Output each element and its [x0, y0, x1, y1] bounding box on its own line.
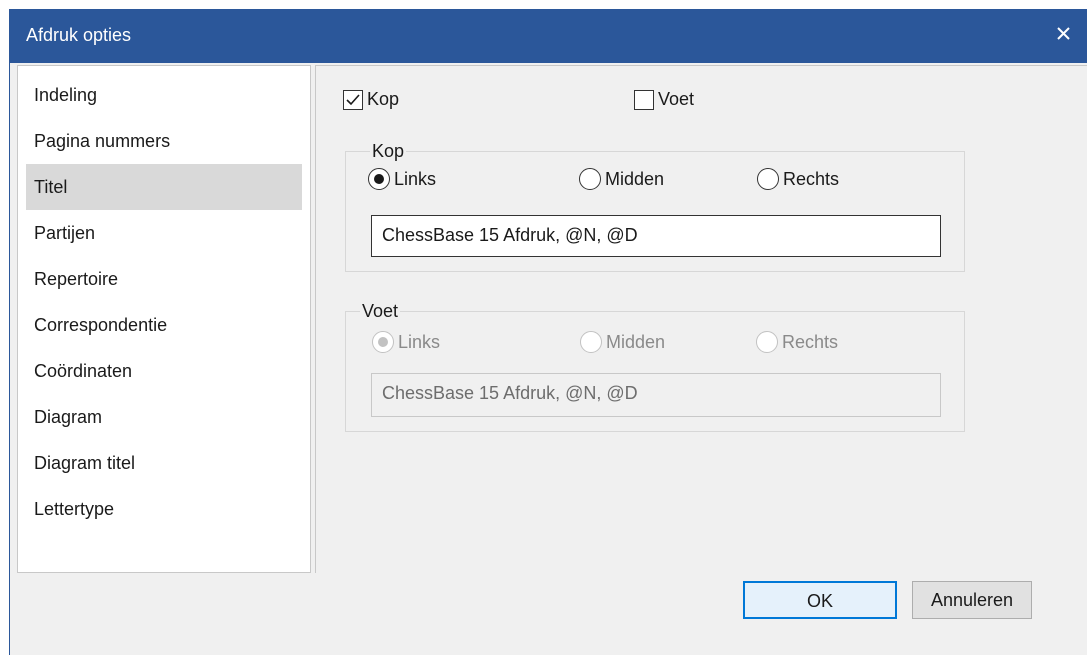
- window-title: Afdruk opties: [26, 25, 132, 45]
- header-radio-center[interactable]: Midden: [579, 168, 664, 190]
- category-list: Indeling Pagina nummers Titel Partijen R…: [17, 65, 311, 573]
- sidebar-item-label: Indeling: [34, 85, 98, 105]
- header-group: Kop Links Midden Rechts ChessBase 15 Afd…: [345, 141, 965, 272]
- footer-radio-center[interactable]: Midden: [580, 331, 665, 353]
- options-panel: Kop Voet Kop Links Midden Rechts ChessBa…: [315, 65, 1087, 573]
- radio-icon: [580, 331, 602, 353]
- footer-radio-right-label: Rechts: [782, 331, 839, 352]
- close-button[interactable]: [1048, 19, 1078, 49]
- sidebar-item-diagram-titel[interactable]: Diagram titel: [26, 440, 302, 486]
- sidebar-item-partijen[interactable]: Partijen: [26, 210, 302, 256]
- header-radio-center-label: Midden: [605, 168, 665, 189]
- radio-icon: [579, 168, 601, 190]
- footer-group-legend: Voet: [360, 301, 401, 321]
- footer-radio-left[interactable]: Links: [372, 331, 440, 353]
- sidebar-item-correspondentie[interactable]: Correspondentie: [26, 302, 302, 348]
- header-radio-left[interactable]: Links: [368, 168, 436, 190]
- header-text-input[interactable]: ChessBase 15 Afdruk, @N, @D: [371, 215, 941, 257]
- sidebar-item-label: Partijen: [34, 223, 96, 243]
- footer-checkbox-label: Voet: [658, 89, 695, 109]
- footer-radio-right[interactable]: Rechts: [756, 331, 838, 353]
- radio-selected-icon: [368, 168, 390, 190]
- sidebar-item-indeling[interactable]: Indeling: [26, 72, 302, 118]
- footer-checkbox-box[interactable]: [634, 89, 654, 110]
- close-icon: [1056, 27, 1070, 40]
- header-radio-right[interactable]: Rechts: [757, 168, 839, 190]
- footer-text-input[interactable]: ChessBase 15 Afdruk, @N, @D: [371, 373, 941, 417]
- header-checkbox-label: Kop: [367, 89, 400, 109]
- footer-checkbox[interactable]: Voet: [634, 89, 694, 110]
- radio-icon: [757, 168, 779, 190]
- footer-group: Voet Links Midden Rechts ChessBase 15 Af…: [345, 301, 965, 432]
- header-checkbox[interactable]: Kop: [343, 89, 399, 110]
- sidebar-item-label: Diagram: [34, 407, 103, 427]
- sidebar-item-label: Diagram titel: [34, 453, 136, 473]
- sidebar-item-repertoire[interactable]: Repertoire: [26, 256, 302, 302]
- header-checkbox-box[interactable]: [343, 89, 363, 110]
- sidebar-item-label: Repertoire: [34, 269, 119, 289]
- sidebar-item-label: Lettertype: [34, 499, 115, 519]
- sidebar-item-label: Correspondentie: [34, 315, 168, 335]
- sidebar-item-label: Titel: [34, 177, 68, 197]
- radio-icon: [756, 331, 778, 353]
- ok-button[interactable]: OK: [743, 581, 897, 619]
- footer-radio-center-label: Midden: [606, 331, 666, 352]
- print-options-dialog: Afdruk opties Indeling Pagina nummers Ti…: [9, 9, 1087, 655]
- header-radio-right-label: Rechts: [783, 168, 840, 189]
- sidebar-item-lettertype[interactable]: Lettertype: [26, 486, 302, 532]
- sidebar-item-diagram[interactable]: Diagram: [26, 394, 302, 440]
- sidebar-item-label: Pagina nummers: [34, 131, 171, 151]
- cancel-button[interactable]: Annuleren: [912, 581, 1032, 619]
- sidebar-item-titel[interactable]: Titel: [26, 164, 302, 210]
- header-radio-left-label: Links: [394, 168, 437, 189]
- title-bar: Afdruk opties: [10, 9, 1087, 63]
- sidebar-item-coordinaten[interactable]: Coördinaten: [26, 348, 302, 394]
- radio-selected-icon: [372, 331, 394, 353]
- sidebar-item-pagina-nummers[interactable]: Pagina nummers: [26, 118, 302, 164]
- footer-radio-left-label: Links: [398, 331, 441, 352]
- header-group-legend: Kop: [370, 141, 407, 161]
- sidebar-item-label: Coördinaten: [34, 361, 133, 381]
- checkmark-icon: [346, 93, 360, 105]
